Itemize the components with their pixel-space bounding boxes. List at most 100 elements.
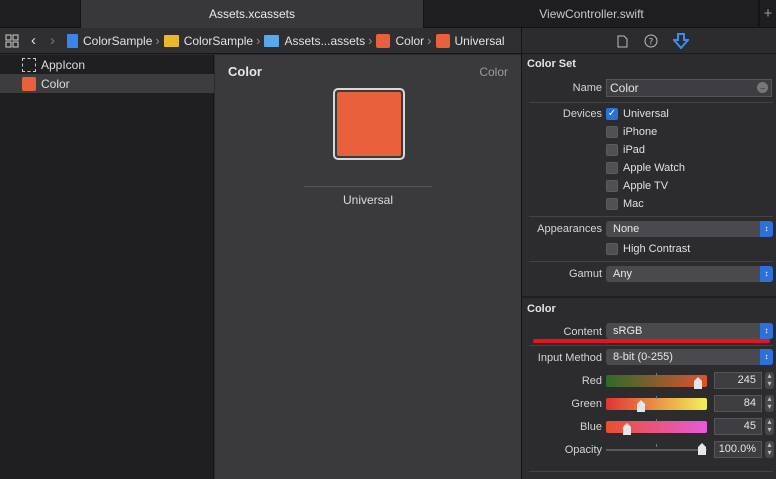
swatch-divider (304, 186, 432, 187)
asset-catalog-folder-icon (264, 34, 280, 47)
breadcrumb-label: Color (395, 33, 425, 48)
mac-checkbox[interactable] (606, 198, 618, 210)
color-swatch-icon (376, 33, 391, 48)
name-field[interactable]: Color → (606, 79, 772, 97)
gamut-label: Gamut (568, 268, 602, 280)
color-well-universal[interactable] (333, 88, 405, 160)
high-contrast-label: High Contrast (623, 243, 691, 255)
gamut-popup[interactable]: Any ↕ (606, 266, 773, 282)
device-label: Universal (623, 108, 669, 120)
asset-editor: Color Color Universal (215, 55, 521, 479)
high-contrast-checkbox[interactable] (606, 243, 618, 255)
inspector-tab-divider (522, 53, 776, 54)
color-set-header: Color Set (527, 58, 576, 70)
color-header: Color (527, 303, 556, 315)
blue-value-field[interactable]: 45 (714, 418, 762, 435)
section-divider (522, 296, 776, 298)
breadcrumb-color[interactable]: Color (376, 33, 425, 48)
opacity-slider[interactable] (606, 441, 707, 461)
blue-label: Blue (579, 421, 602, 433)
popup-chevron-icon: ↕ (760, 221, 773, 237)
breadcrumb-separator-icon: › (155, 33, 160, 48)
breadcrumb-asset-catalog[interactable]: Assets...assets (264, 34, 365, 48)
breadcrumb-folder[interactable]: ColorSample (163, 33, 254, 48)
appearances-label: Appearances (537, 223, 602, 235)
ipad-checkbox[interactable] (606, 144, 618, 156)
popup-chevron-icon: ↕ (760, 323, 773, 339)
gamut-value: Any (613, 268, 632, 280)
navigator-item-label: AppIcon (41, 57, 86, 72)
breadcrumb-label: Universal (454, 33, 505, 48)
apple-tv-checkbox[interactable] (606, 180, 618, 192)
red-label: Red (581, 375, 602, 387)
appicon-icon (22, 57, 36, 72)
red-value-field[interactable]: 245 (714, 372, 762, 389)
iphone-checkbox[interactable] (606, 126, 618, 138)
project-file-icon (67, 33, 78, 48)
tab-assets-xcassets[interactable]: Assets.xcassets (80, 0, 424, 28)
device-label: iPhone (623, 126, 658, 138)
breadcrumb-project[interactable]: ColorSample (67, 33, 153, 48)
popup-chevron-icon: ↕ (760, 266, 773, 282)
name-value: Color (610, 81, 639, 95)
slider-tick (656, 373, 657, 376)
red-slider-track (606, 375, 707, 387)
breadcrumb-separator-icon: › (368, 33, 373, 48)
green-slider-track (606, 398, 707, 410)
tab-viewcontroller-swift[interactable]: ViewController.swift (425, 0, 759, 28)
popup-chevron-icon: ↕ (760, 349, 773, 365)
green-value-field[interactable]: 84 (714, 395, 762, 412)
go-arrow-icon[interactable]: → (757, 82, 768, 93)
help-inspector-icon[interactable]: ? (644, 34, 658, 51)
slider-tick (656, 396, 657, 399)
content-label: Content (563, 326, 602, 338)
input-method-popup[interactable]: 8-bit (0-255) ↕ (606, 349, 773, 365)
attributes-inspector: ? Color Set Name Color → Devices ✓ Unive… (521, 28, 776, 479)
blue-slider[interactable] (606, 419, 707, 439)
forward-arrow-icon[interactable]: › (50, 32, 55, 49)
appearances-popup[interactable]: None ↕ (606, 221, 773, 237)
name-label: Name (572, 82, 602, 94)
breadcrumb-label: ColorSample (183, 33, 254, 48)
blue-slider-thumb[interactable] (622, 423, 632, 435)
opacity-value-field[interactable]: 100.0% (714, 441, 762, 458)
add-tab-button[interactable]: + (759, 0, 776, 28)
navigator-item-color[interactable]: Color (0, 74, 214, 93)
red-slider[interactable] (606, 373, 707, 393)
input-method-value: 8-bit (0-255) (613, 351, 673, 363)
breadcrumb-universal[interactable]: Universal (435, 33, 505, 48)
universal-checkbox[interactable]: ✓ (606, 108, 618, 120)
section-divider (529, 102, 773, 103)
appearances-value: None (613, 223, 640, 235)
green-label: Green (571, 398, 602, 410)
opacity-slider-thumb[interactable] (697, 443, 707, 455)
apple-watch-checkbox[interactable] (606, 162, 618, 174)
opacity-label: Opacity (564, 444, 602, 456)
green-slider[interactable] (606, 396, 707, 416)
related-items-icon[interactable] (5, 34, 19, 48)
editor-type-label: Color (479, 65, 508, 79)
file-inspector-icon[interactable] (617, 35, 628, 51)
devices-label: Devices (562, 108, 602, 120)
svg-text:?: ? (649, 38, 654, 48)
section-divider (529, 261, 773, 262)
breadcrumb-label: ColorSample (83, 33, 153, 48)
blue-stepper[interactable]: ▴ ▾ (765, 418, 774, 435)
opacity-stepper[interactable]: ▴ ▾ (765, 441, 774, 458)
green-stepper[interactable]: ▴ ▾ (765, 395, 774, 412)
device-label: Apple Watch (623, 162, 685, 174)
navigator-item-label: Color (41, 76, 70, 91)
device-label: Mac (623, 198, 644, 210)
jump-bar: ‹ › ColorSample › ColorSample › Assets..… (0, 28, 521, 54)
back-arrow-icon[interactable]: ‹ (31, 32, 36, 49)
attributes-inspector-icon[interactable] (671, 33, 691, 52)
navigator-item-appicon[interactable]: AppIcon (0, 55, 214, 74)
folder-icon (163, 34, 179, 47)
red-slider-thumb[interactable] (693, 377, 703, 389)
breadcrumb-label: Assets...assets (284, 33, 366, 48)
green-slider-thumb[interactable] (636, 400, 646, 412)
slider-tick (656, 419, 657, 422)
breadcrumb-separator-icon: › (427, 33, 432, 48)
content-popup[interactable]: sRGB ↕ (606, 323, 773, 339)
red-stepper[interactable]: ▴ ▾ (765, 372, 774, 389)
